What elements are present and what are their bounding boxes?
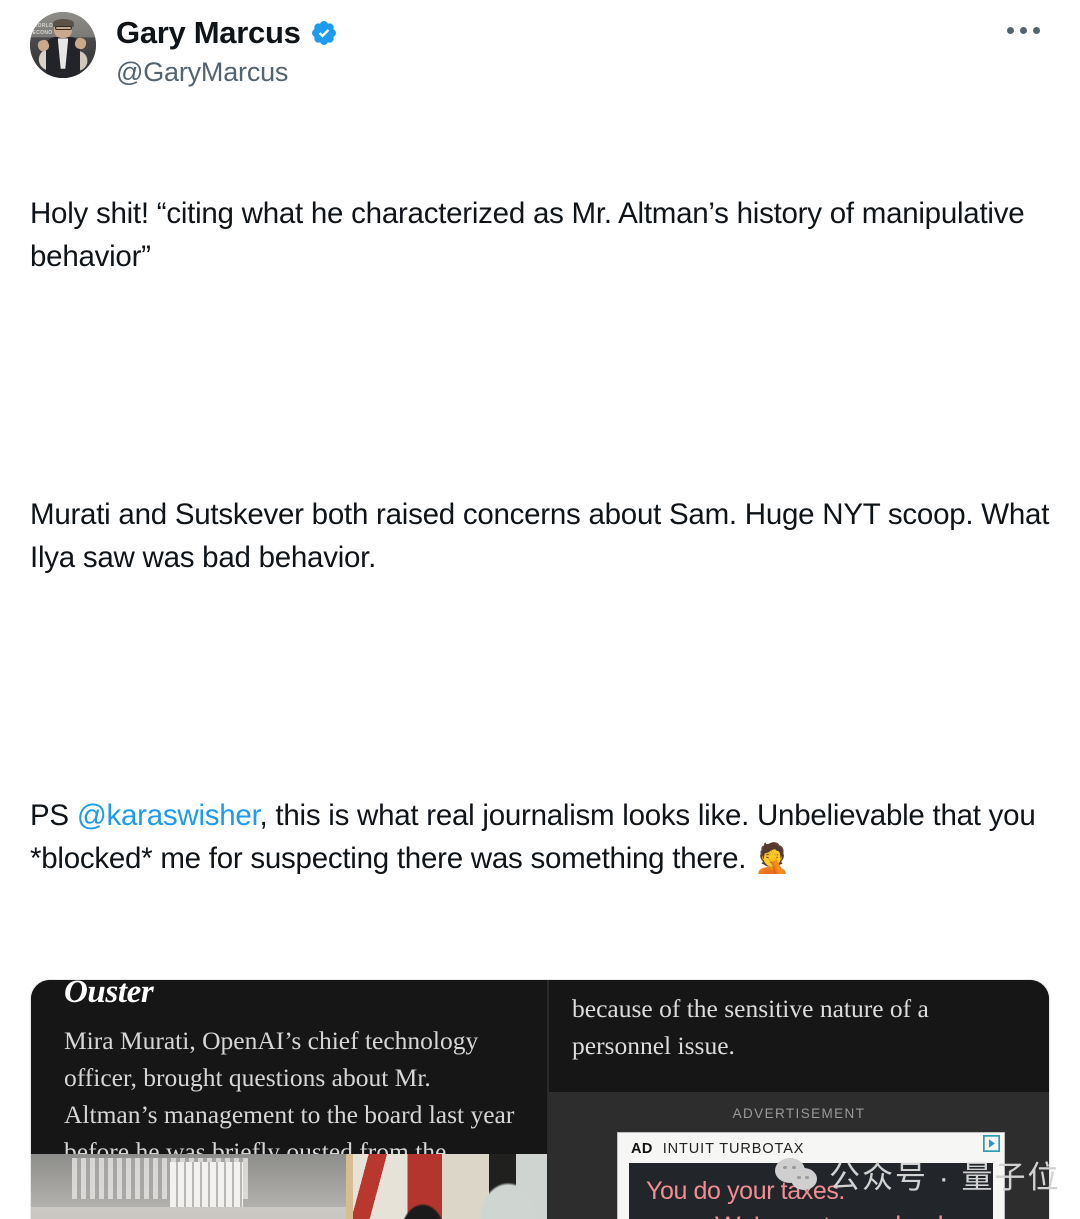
more-dot: [1019, 26, 1027, 34]
ad-headline-line2: We've got your back.: [715, 1211, 958, 1219]
tweet-media-screenshot[interactable]: Ouster Mira Murati, OpenAI’s chief techn…: [30, 979, 1050, 1219]
photo-window: [170, 1162, 243, 1208]
article-kicker: Ouster: [64, 979, 154, 1010]
verified-badge-icon: [311, 21, 336, 45]
facepalm-emoji: 🤦: [754, 843, 790, 875]
ad-creative: You do your taxes. We've got your back. …: [629, 1163, 993, 1219]
article-paragraph-top: because of the sensitive nature of a per…: [572, 994, 929, 1060]
account-handle[interactable]: @GaryMarcus: [116, 54, 338, 90]
adchoices-icon[interactable]: [983, 1135, 1000, 1152]
display-name-row: Gary Marcus: [116, 14, 338, 52]
tweet-paragraph-2: Murati and Sutskever both raised concern…: [30, 498, 1058, 574]
more-options-button[interactable]: [996, 10, 1050, 50]
more-dot: [1006, 26, 1014, 34]
ad-header: AD INTUIT TURBOTAX: [618, 1133, 1004, 1163]
tweet-text: Holy shit! “citing what he characterized…: [30, 106, 1050, 967]
avatar-watermark: WORLD ECONO: [32, 22, 54, 36]
tweet-card: WORLD ECONO Gary Marcus @GaryMarcus Holy…: [0, 0, 1080, 1219]
photo-wall-art: [345, 1154, 547, 1219]
avatar-glasses: [55, 25, 72, 31]
more-dot: [1032, 26, 1040, 34]
account-names: Gary Marcus @GaryMarcus: [116, 8, 338, 90]
tweet-paragraph-1: Holy shit! “citing what he characterized…: [30, 197, 1033, 273]
ad-headline-line1: You do your taxes.: [646, 1177, 845, 1205]
tweet-header: WORLD ECONO Gary Marcus @GaryMarcus: [30, 0, 1050, 92]
ad-brand: INTUIT TURBOTAX: [662, 1141, 805, 1157]
ad-tag: AD: [631, 1141, 653, 1157]
tweet-paragraph-3: PS @karaswisher, this is what real journ…: [30, 794, 1050, 881]
media-left-column: Ouster Mira Murati, OpenAI’s chief techn…: [31, 980, 547, 1219]
article-photo: [31, 1154, 547, 1219]
avatar[interactable]: WORLD ECONO: [30, 12, 96, 78]
ad-unit[interactable]: AD INTUIT TURBOTAX You do your taxes. We…: [617, 1132, 1005, 1219]
advertisement-region: ADVERTISEMENT AD INTUIT TURBOTAX You do …: [549, 1092, 1049, 1219]
advertisement-label: ADVERTISEMENT: [732, 1106, 866, 1121]
mention-link-karaswisher[interactable]: @karaswisher: [77, 799, 260, 832]
display-name[interactable]: Gary Marcus: [116, 14, 301, 52]
media-right-column: because of the sensitive nature of a per…: [547, 980, 1049, 1219]
ps-label: PS: [30, 799, 77, 832]
